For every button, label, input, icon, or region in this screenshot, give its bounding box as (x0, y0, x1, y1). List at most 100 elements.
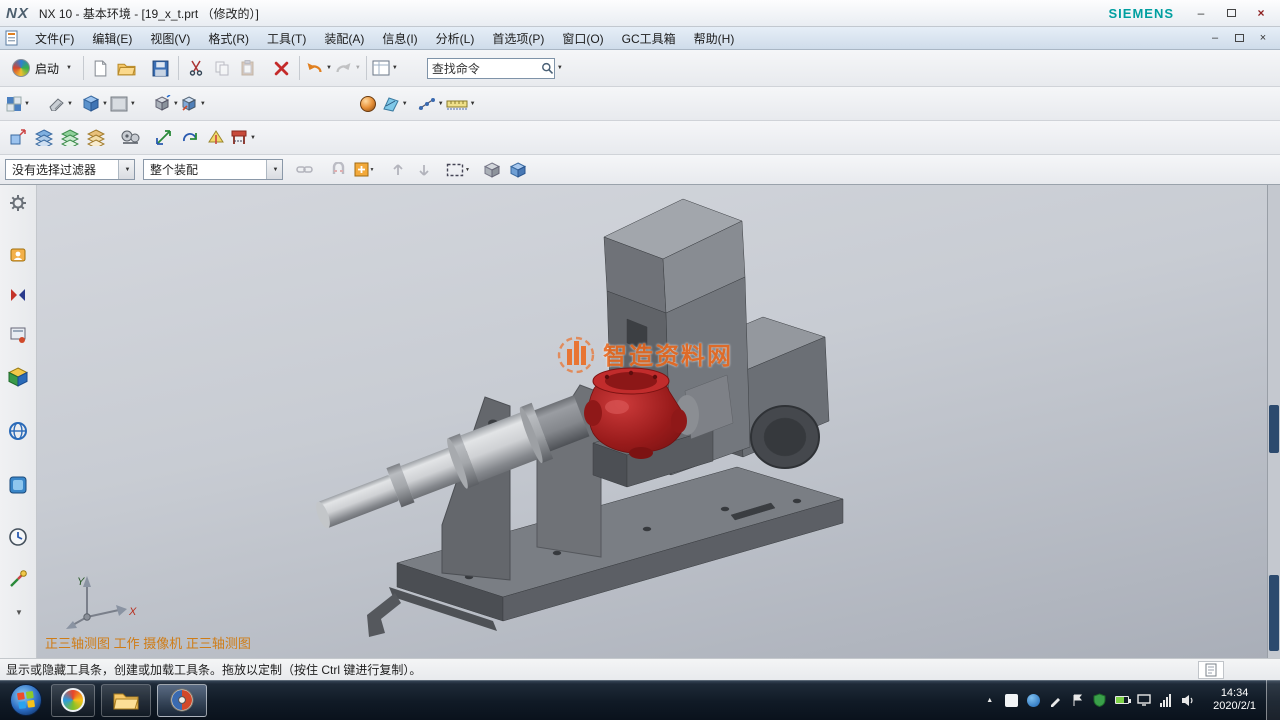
combobox-arrow-button[interactable]: ▼ (118, 160, 134, 179)
close-button[interactable]: × (1248, 5, 1274, 22)
orient-view-secondary-dropdown[interactable]: ▼ (181, 91, 206, 117)
tray-shield-icon[interactable] (1092, 693, 1107, 708)
dropdown-arrow-icon[interactable]: ▼ (200, 101, 206, 107)
tray-network-icon[interactable] (1158, 693, 1173, 708)
redo-button[interactable]: ▼ (334, 55, 361, 81)
sidebar-part-navigator-button[interactable] (6, 365, 30, 389)
layer-settings-button[interactable] (32, 125, 56, 151)
mdi-minimize-button[interactable]: – (1204, 30, 1226, 46)
dropdown-arrow-icon[interactable]: ▼ (402, 101, 408, 107)
dropdown-arrow-icon[interactable]: ▼ (470, 101, 476, 107)
start-menu-button[interactable] (4, 683, 48, 717)
minimize-button[interactable]: – (1188, 5, 1214, 22)
dropdown-arrow-icon[interactable]: ▼ (465, 167, 470, 173)
menu-information[interactable]: 信息(I) (373, 28, 426, 49)
start-dropdown-arrow-icon[interactable]: ▼ (66, 65, 72, 71)
sidebar-settings-button[interactable] (6, 191, 30, 215)
cinema-animation-button[interactable] (118, 125, 142, 151)
dropdown-arrow-icon[interactable]: ▼ (67, 101, 73, 107)
move-up-button[interactable] (386, 157, 410, 183)
snap-point-button[interactable]: ▼ (418, 91, 444, 117)
sidebar-hd3d-tools-button[interactable] (6, 473, 30, 497)
background-dropdown[interactable]: ▼ (110, 91, 136, 117)
command-finder-input[interactable] (428, 61, 541, 75)
statusbar-note-cell[interactable] (1198, 661, 1224, 679)
menu-file[interactable]: 文件(F) (26, 28, 83, 49)
layer-category-button[interactable] (84, 125, 108, 151)
sidebar-roles-button[interactable] (6, 243, 30, 267)
save-button[interactable] (149, 55, 173, 81)
selection-scope-combobox[interactable]: 整个装配 ▼ (143, 159, 283, 180)
menu-gc-toolbox[interactable]: GC工具箱 (613, 28, 685, 49)
menu-window[interactable]: 窗口(O) (553, 28, 612, 49)
tray-help-icon[interactable] (1026, 693, 1041, 708)
tray-ime-icon[interactable] (1004, 693, 1019, 708)
snap-toggle-button[interactable] (326, 157, 350, 183)
menu-assemblies[interactable]: 装配(A) (315, 28, 373, 49)
dropdown-arrow-icon[interactable]: ▼ (173, 101, 179, 107)
titlebar[interactable]: NX NX 10 - 基本环境 - [19_x_t.prt （修改的）] SIE… (0, 0, 1280, 27)
copy-button[interactable] (210, 55, 234, 81)
redo-dropdown-arrow-icon[interactable]: ▼ (355, 65, 361, 71)
taskbar-explorer-button[interactable] (101, 684, 151, 717)
scrollbar-thumb[interactable] (1269, 405, 1279, 453)
mdi-close-button[interactable]: × (1252, 30, 1274, 46)
mdi-restore-button[interactable] (1228, 30, 1250, 46)
dropdown-arrow-icon[interactable]: ▼ (24, 101, 30, 107)
taskbar-clock[interactable]: 14:34 2020/2/1 (1203, 687, 1266, 713)
menu-analysis[interactable]: 分析(L) (427, 28, 484, 49)
menu-format[interactable]: 格式(R) (199, 28, 258, 49)
cut-button[interactable] (184, 55, 208, 81)
menu-help[interactable]: 帮助(H) (685, 28, 744, 49)
dropdown-arrow-icon[interactable]: ▼ (438, 101, 444, 107)
command-finder[interactable] (427, 58, 555, 79)
transform-x-button[interactable] (152, 125, 176, 151)
delete-button[interactable] (270, 55, 294, 81)
tray-pen-icon[interactable] (1048, 693, 1063, 708)
search-dropdown-arrow-icon[interactable]: ▼ (557, 65, 563, 71)
menu-preferences[interactable]: 首选项(P) (483, 28, 553, 49)
graphics-viewport[interactable]: 智造资料网 Y X 正三轴测图 工作 摄像机 正三轴测图 (37, 185, 1280, 658)
open-file-button[interactable] (115, 55, 139, 81)
maximize-button[interactable] (1218, 5, 1244, 22)
cad-model-canvas[interactable] (37, 185, 1280, 658)
search-icon[interactable] (541, 61, 554, 76)
taskbar-nx-button[interactable] (157, 684, 207, 717)
paste-button[interactable] (236, 55, 260, 81)
display-mode-dropdown[interactable]: ▼ (83, 91, 108, 117)
render-style-button[interactable] (356, 91, 380, 117)
taskbar-browser-button[interactable] (51, 684, 95, 717)
selection-filter-combobox[interactable]: 没有选择过滤器 ▼ (5, 159, 135, 180)
measure-distance-dropdown[interactable]: ▼ (446, 91, 476, 117)
scrollbar-thumb[interactable] (1269, 575, 1279, 651)
face-analysis-dropdown[interactable]: ▼ (382, 91, 408, 117)
selection-filter-dropdown[interactable]: ▼ (6, 91, 30, 117)
tray-volume-icon[interactable] (1180, 693, 1195, 708)
show-desktop-button[interactable] (1266, 680, 1280, 720)
menu-view[interactable]: 视图(V) (141, 28, 199, 49)
child-window-icon[interactable] (4, 30, 20, 46)
undo-dropdown-arrow-icon[interactable]: ▼ (326, 65, 332, 71)
sidebar-process-studio-button[interactable] (6, 567, 30, 591)
menu-tools[interactable]: 工具(T) (258, 28, 315, 49)
orientation-triad[interactable]: Y X (57, 573, 141, 631)
measure-tool-dropdown[interactable]: ▼ (230, 125, 256, 151)
sidebar-more-button[interactable]: ▼ (6, 601, 30, 625)
highlight-related-button[interactable] (292, 157, 316, 183)
eraser-tool-dropdown[interactable]: ▼ (48, 91, 73, 117)
tray-expand-button[interactable]: ▲ (982, 693, 997, 708)
show-wireframe-button[interactable] (506, 157, 530, 183)
sidebar-web-browser-button[interactable] (6, 419, 30, 443)
window-layout-dropdown[interactable]: ▼ (372, 55, 398, 81)
move-down-button[interactable] (412, 157, 436, 183)
dropdown-arrow-icon[interactable]: ▼ (130, 101, 136, 107)
dropdown-arrow-icon[interactable]: ▼ (102, 101, 108, 107)
sidebar-constraint-navigator-button[interactable] (6, 283, 30, 307)
show-shaded-button[interactable] (480, 157, 504, 183)
undo-button[interactable]: ▼ (305, 55, 332, 81)
general-selection-dropdown[interactable]: ▼ (352, 157, 376, 183)
datum-axis-button[interactable] (204, 125, 228, 151)
sidebar-assembly-navigator-button[interactable] (6, 323, 30, 347)
move-component-button[interactable] (6, 125, 30, 151)
tray-battery-icon[interactable] (1114, 693, 1129, 708)
